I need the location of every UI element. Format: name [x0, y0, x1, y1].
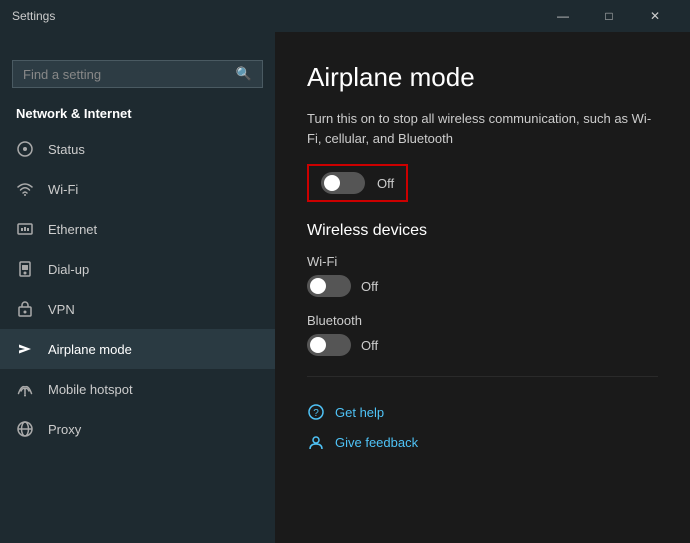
wifi-toggle[interactable] [307, 275, 351, 297]
airplane-toggle-knob [324, 175, 340, 191]
search-input[interactable] [23, 67, 228, 82]
sidebar-item-wifi[interactable]: Wi-Fi [0, 169, 275, 209]
bluetooth-toggle-knob [310, 337, 326, 353]
get-help-icon: ? [307, 403, 325, 421]
airplane-toggle[interactable] [321, 172, 365, 194]
device-name-bluetooth: Bluetooth [307, 313, 658, 328]
app-body: 🔍 Network & Internet Status Wi-Fi Ethern… [0, 32, 690, 543]
link-get-help[interactable]: ? Get help [307, 397, 658, 427]
search-icon: 🔍 [236, 66, 252, 82]
device-name-wifi: Wi-Fi [307, 254, 658, 269]
give-feedback-icon [307, 433, 325, 451]
divider [307, 376, 658, 377]
sidebar-item-label-ethernet: Ethernet [48, 222, 97, 237]
device-toggle-row-wifi: Off [307, 275, 658, 297]
sidebar-item-vpn[interactable]: VPN [0, 289, 275, 329]
ethernet-icon [16, 220, 34, 238]
sidebar-item-dialup[interactable]: Dial-up [0, 249, 275, 289]
sidebar-item-airplane[interactable]: Airplane mode [0, 329, 275, 369]
close-button[interactable]: ✕ [632, 0, 678, 32]
titlebar: Settings — □ ✕ [0, 0, 690, 32]
description: Turn this on to stop all wireless commun… [307, 109, 658, 148]
get-help-label: Get help [335, 405, 384, 420]
wifi-toggle-label: Off [361, 279, 378, 294]
maximize-button[interactable]: □ [586, 0, 632, 32]
dialup-icon [16, 260, 34, 278]
page-title: Airplane mode [307, 62, 658, 93]
hotspot-icon [16, 380, 34, 398]
sidebar-section-label: Network & Internet [0, 100, 275, 129]
sidebar-item-label-status: Status [48, 142, 85, 157]
window-controls: — □ ✕ [540, 0, 678, 32]
status-icon [16, 140, 34, 158]
sidebar-item-hotspot[interactable]: Mobile hotspot [0, 369, 275, 409]
airplane-toggle-label: Off [377, 176, 394, 191]
wifi-toggle-knob [310, 278, 326, 294]
bluetooth-toggle-label: Off [361, 338, 378, 353]
device-toggle-row-bluetooth: Off [307, 334, 658, 356]
sidebar-item-label-proxy: Proxy [48, 422, 81, 437]
app-title: Settings [12, 9, 55, 23]
content-area: Airplane mode Turn this on to stop all w… [275, 32, 690, 543]
sidebar-item-label-wifi: Wi-Fi [48, 182, 78, 197]
wireless-devices-title: Wireless devices [307, 222, 658, 240]
sidebar-item-label-hotspot: Mobile hotspot [48, 382, 133, 397]
svg-text:?: ? [313, 408, 319, 419]
nav-items-list: Status Wi-Fi Ethernet Dial-up VPN Airpla… [0, 129, 275, 449]
sidebar-item-ethernet[interactable]: Ethernet [0, 209, 275, 249]
minimize-button[interactable]: — [540, 0, 586, 32]
sidebar-item-status[interactable]: Status [0, 129, 275, 169]
proxy-icon [16, 420, 34, 438]
airplane-icon [16, 340, 34, 358]
device-row-bluetooth: Bluetooth Off [307, 313, 658, 356]
sidebar-item-proxy[interactable]: Proxy [0, 409, 275, 449]
device-row-wifi: Wi-Fi Off [307, 254, 658, 297]
sidebar: 🔍 Network & Internet Status Wi-Fi Ethern… [0, 32, 275, 543]
give-feedback-label: Give feedback [335, 435, 418, 450]
link-give-feedback[interactable]: Give feedback [307, 427, 658, 457]
sidebar-header [0, 40, 275, 60]
devices-container: Wi-Fi Off Bluetooth Off [307, 254, 658, 356]
bluetooth-toggle[interactable] [307, 334, 351, 356]
airplane-toggle-highlight[interactable]: Off [307, 164, 408, 202]
links-container: ? Get help Give feedback [307, 397, 658, 457]
sidebar-item-label-airplane: Airplane mode [48, 342, 132, 357]
wifi-icon [16, 180, 34, 198]
sidebar-item-label-vpn: VPN [48, 302, 75, 317]
sidebar-item-label-dialup: Dial-up [48, 262, 89, 277]
search-box[interactable]: 🔍 [12, 60, 263, 88]
vpn-icon [16, 300, 34, 318]
